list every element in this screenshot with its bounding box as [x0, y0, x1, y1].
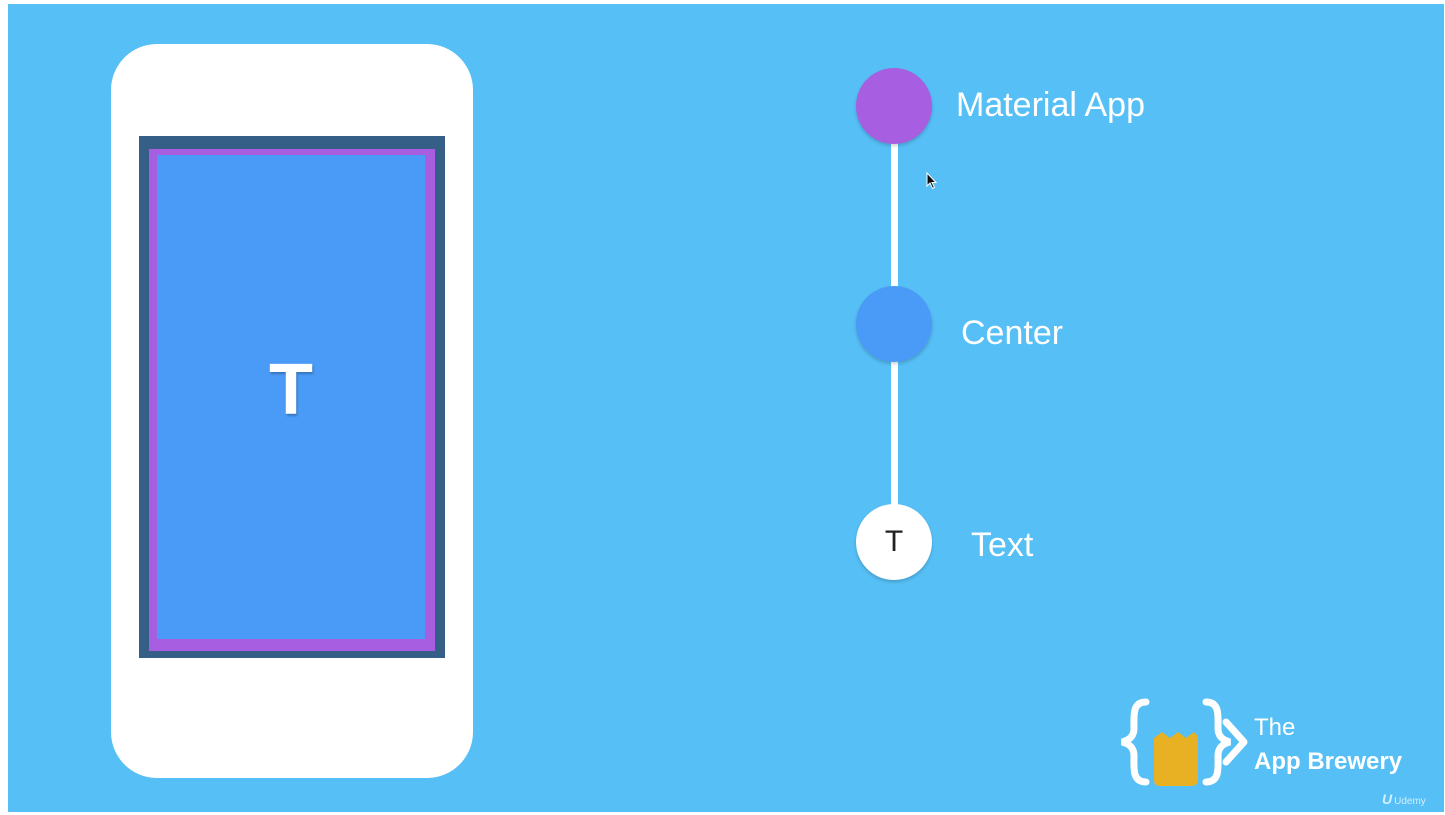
text-widget-glyph: T: [269, 350, 313, 430]
mouse-cursor-icon: [926, 172, 938, 190]
udemy-watermark-text: Udemy: [1394, 796, 1426, 807]
tree-connector-center-text: [891, 360, 898, 510]
logo-text-the: The: [1254, 714, 1296, 741]
tree-connector-material-center: [891, 142, 898, 292]
tree-node-center: [856, 286, 932, 362]
slide-canvas: T Material App Center T Text The App Bre…: [8, 4, 1444, 812]
phone-mockup: T: [111, 44, 473, 778]
material-app-layer: T: [149, 149, 435, 651]
phone-screen-frame: T: [139, 136, 445, 658]
tree-label-material-app: Material App: [956, 86, 1145, 124]
app-brewery-logo: The App Brewery: [1118, 694, 1438, 794]
tree-node-text: T: [856, 504, 932, 580]
slide: T Material App Center T Text The App Bre…: [0, 0, 1445, 815]
tree-label-text: Text: [971, 526, 1034, 564]
tree-node-text-glyph: T: [884, 525, 904, 558]
tree-label-center: Center: [961, 314, 1064, 352]
tree-node-material-app: [856, 68, 932, 144]
logo-text-app-brewery: App Brewery: [1254, 748, 1403, 775]
udemy-watermark: U Udemy: [1382, 792, 1426, 807]
udemy-logo-icon: U: [1382, 791, 1393, 807]
brackets-mug-logo-icon: [1121, 698, 1248, 786]
center-layer: T: [157, 155, 425, 639]
